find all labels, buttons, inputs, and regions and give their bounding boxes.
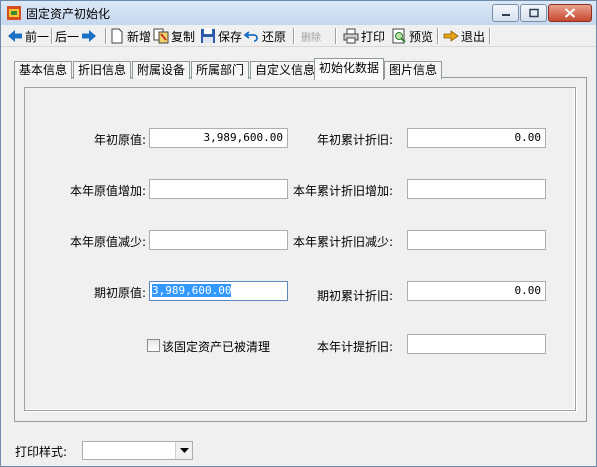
printer-icon xyxy=(343,28,359,44)
print-label: 打印 xyxy=(361,29,386,44)
undo-icon xyxy=(244,31,258,42)
opening-accum-depr-label: 年初累计折旧: xyxy=(316,133,393,147)
tab-label: 附属设备 xyxy=(137,63,186,77)
exit-button[interactable]: 退出 xyxy=(443,27,485,45)
year-accum-depr-increase-label: 本年累计折旧增加: xyxy=(292,184,393,198)
dropdown-button[interactable] xyxy=(175,442,192,459)
opening-original-value-label: 年初原值: xyxy=(93,133,146,147)
restore-label: 还原 xyxy=(262,29,287,44)
cleared-checkbox[interactable] xyxy=(147,339,160,352)
delete-button[interactable]: 删除 xyxy=(301,27,321,45)
period-accum-depr-label: 期初累计折旧: xyxy=(316,289,393,303)
opening-original-value-field[interactable]: 3,989,600.00 xyxy=(149,128,288,148)
year-accum-depr-increase-field[interactable] xyxy=(407,179,546,199)
print-preview-icon xyxy=(392,28,406,44)
tab-label: 所属部门 xyxy=(196,63,245,77)
toolbar-separator xyxy=(51,28,53,44)
print-style-select[interactable] xyxy=(82,441,193,460)
main-window: 固定资产初始化 前一 后一 新增 复制 保存 还原 删除 打印 预览 退出 基本… xyxy=(0,0,597,467)
period-original-value-field[interactable]: 3,989,600.00 xyxy=(149,281,288,301)
tab-depreciation-info[interactable]: 折旧信息 xyxy=(73,61,132,79)
year-original-increase-field[interactable] xyxy=(149,179,288,199)
new-label: 新增 xyxy=(127,29,152,44)
copy-button[interactable]: 复制 xyxy=(153,27,195,45)
year-original-decrease-label: 本年原值减少: xyxy=(69,235,146,249)
delete-label: 删除 xyxy=(301,32,321,44)
year-accum-depr-decrease-field[interactable] xyxy=(407,230,546,250)
toolbar-separator xyxy=(437,28,439,44)
opening-accum-depr-field[interactable]: 0.00 xyxy=(407,128,546,148)
toolbar-separator xyxy=(293,28,295,44)
restore-button[interactable]: 还原 xyxy=(244,27,286,45)
arrow-right-icon xyxy=(82,30,97,42)
year-original-increase-label: 本年原值增加: xyxy=(69,184,146,198)
tab-attached-equipment[interactable]: 附属设备 xyxy=(132,61,191,79)
next-record-label: 后一 xyxy=(55,29,80,44)
new-document-icon xyxy=(111,28,123,44)
next-record-button[interactable]: 后一 xyxy=(55,27,97,45)
new-button[interactable]: 新增 xyxy=(109,27,151,45)
window-title: 固定资产初始化 xyxy=(26,7,111,21)
save-label: 保存 xyxy=(218,29,243,44)
tab-department[interactable]: 所属部门 xyxy=(191,61,250,79)
prev-record-label: 前一 xyxy=(25,29,50,44)
tab-initialization-data[interactable]: 初始化数据 xyxy=(314,58,385,80)
window-controls xyxy=(491,4,592,22)
year-original-decrease-field[interactable] xyxy=(149,230,288,250)
tab-basic-info[interactable]: 基本信息 xyxy=(14,61,73,79)
period-original-value-label: 期初原值: xyxy=(93,286,146,300)
toolbar-separator xyxy=(335,28,337,44)
minimize-button[interactable] xyxy=(492,4,519,22)
copy-icon xyxy=(153,28,169,44)
copy-label: 复制 xyxy=(171,29,196,44)
tab-custom-info[interactable]: 自定义信息 xyxy=(250,61,321,79)
preview-label: 预览 xyxy=(409,29,434,44)
tab-label: 基本信息 xyxy=(19,63,68,77)
tab-label: 自定义信息 xyxy=(255,63,316,77)
tab-label: 折旧信息 xyxy=(78,63,127,77)
toolbar: 前一 后一 新增 复制 保存 还原 删除 打印 预览 退出 xyxy=(1,25,596,47)
tab-label: 初始化数据 xyxy=(319,61,380,75)
chevron-down-icon xyxy=(179,447,189,453)
minimize-icon xyxy=(501,14,510,16)
exit-label: 退出 xyxy=(461,29,486,44)
maximize-button[interactable] xyxy=(520,4,547,22)
toolbar-separator xyxy=(489,28,491,44)
app-icon xyxy=(7,6,21,20)
close-button[interactable] xyxy=(548,4,592,22)
close-icon xyxy=(564,8,576,18)
title-bar: 固定资产初始化 xyxy=(1,1,596,25)
year-accum-depr-decrease-label: 本年累计折旧减少: xyxy=(292,235,393,249)
arrow-left-icon xyxy=(8,30,22,42)
exit-icon xyxy=(443,30,459,42)
prev-record-button[interactable]: 前一 xyxy=(7,27,49,45)
tab-label: 图片信息 xyxy=(389,63,438,77)
floppy-disk-icon xyxy=(201,29,215,43)
maximize-icon xyxy=(528,8,539,18)
year-depr-accrued-label: 本年计提折旧: xyxy=(316,340,393,354)
cleared-checkbox-label[interactable]: 该固定资产已被清理 xyxy=(162,338,270,355)
period-accum-depr-field[interactable]: 0.00 xyxy=(407,281,546,301)
year-depr-accrued-field[interactable] xyxy=(407,334,546,354)
print-button[interactable]: 打印 xyxy=(343,27,385,45)
save-button[interactable]: 保存 xyxy=(200,27,242,45)
preview-button[interactable]: 预览 xyxy=(391,27,433,45)
period-original-value-text: 3,989,600.00 xyxy=(152,284,232,297)
toolbar-separator xyxy=(105,28,107,44)
tab-image-info[interactable]: 图片信息 xyxy=(384,61,443,79)
print-style-label: 打印样式: xyxy=(15,445,68,459)
